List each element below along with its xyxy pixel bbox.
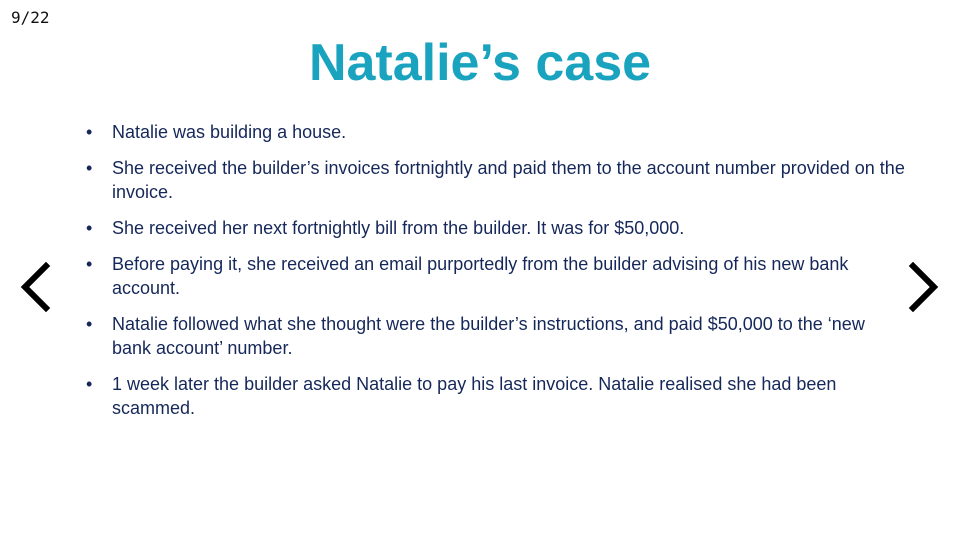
bullet-item: • Before paying it, she received an emai… — [86, 252, 908, 300]
bullet-item: • Natalie followed what she thought were… — [86, 312, 908, 360]
chevron-right-icon — [908, 262, 939, 312]
slide-counter: 9/22 — [11, 8, 50, 27]
bullet-marker: • — [86, 158, 93, 178]
bullet-text: She received her next fortnightly bill f… — [112, 218, 685, 238]
previous-slide-button[interactable] — [19, 262, 51, 312]
bullet-marker: • — [86, 374, 93, 394]
bullet-item: • 1 week later the builder asked Natalie… — [86, 372, 908, 420]
bullet-marker: • — [86, 314, 93, 334]
bullet-item: • Natalie was building a house. — [86, 120, 908, 144]
bullet-list: • Natalie was building a house. • She re… — [86, 120, 908, 432]
bullet-text: Natalie followed what she thought were t… — [112, 314, 865, 358]
slide-title: Natalie’s case — [308, 34, 652, 92]
bullet-marker: • — [86, 218, 93, 238]
next-slide-button[interactable] — [908, 262, 940, 312]
bullet-text: She received the builder’s invoices fort… — [112, 158, 905, 202]
chevron-left-icon — [20, 262, 51, 312]
bullet-text: Before paying it, she received an email … — [112, 254, 849, 298]
bullet-marker: • — [86, 254, 93, 274]
bullet-marker: • — [86, 122, 93, 142]
bullet-item: • She received the builder’s invoices fo… — [86, 156, 908, 204]
slide-viewer: 9/22 Natalie’s case • Natalie was buildi… — [0, 0, 960, 540]
bullet-text: Natalie was building a house. — [112, 122, 347, 142]
bullet-text: 1 week later the builder asked Natalie t… — [112, 374, 837, 418]
bullet-item: • She received her next fortnightly bill… — [86, 216, 908, 240]
